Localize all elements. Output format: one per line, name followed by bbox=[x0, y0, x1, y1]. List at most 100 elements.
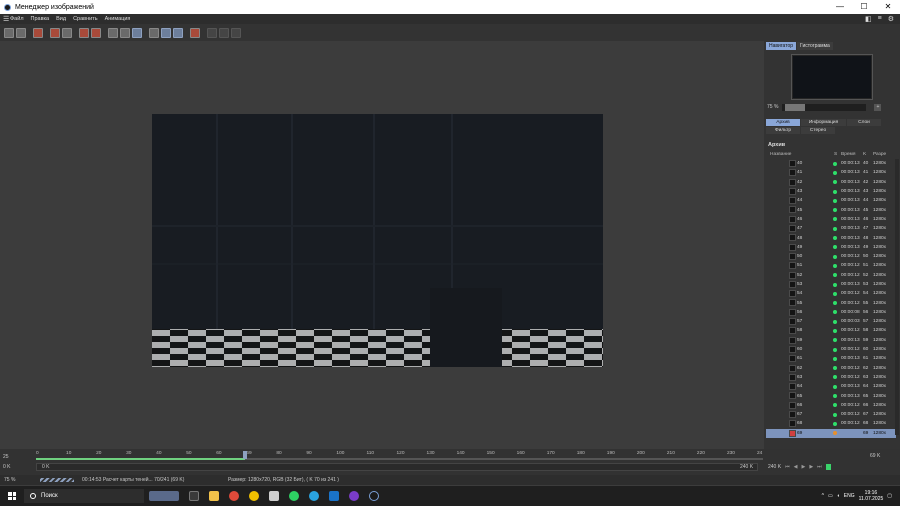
archive-row[interactable]: 67 00:00:12 67 1280x bbox=[766, 410, 896, 419]
yandex-icon[interactable] bbox=[249, 491, 259, 501]
zoom-in-button[interactable]: + bbox=[874, 103, 882, 111]
zoom-slider-handle[interactable] bbox=[785, 103, 806, 111]
col-resolution[interactable]: Разре bbox=[873, 152, 886, 157]
archive-row[interactable]: 59 00:00:13 59 1280x bbox=[766, 336, 896, 345]
notifications-icon[interactable]: ▢ bbox=[887, 493, 892, 499]
archive-row[interactable]: 43 00:00:13 43 1280x bbox=[766, 187, 896, 196]
task-view-icon[interactable] bbox=[189, 491, 199, 501]
col-name[interactable]: Название bbox=[770, 152, 791, 157]
next-frame-icon[interactable]: ▶ bbox=[809, 464, 813, 470]
archive-row[interactable]: 60 00:00:12 60 1280x bbox=[766, 345, 896, 354]
archive-row[interactable]: 68 00:00:12 68 1280x bbox=[766, 419, 896, 428]
ab-swap-icon[interactable] bbox=[190, 27, 200, 38]
archive-row[interactable]: 51 00:00:12 51 1280x bbox=[766, 261, 896, 270]
film-icon[interactable] bbox=[149, 27, 159, 38]
col-k[interactable]: K bbox=[863, 152, 866, 157]
archive-row[interactable]: 49 00:00:13 49 1280x bbox=[766, 243, 896, 252]
app-purple-icon[interactable] bbox=[349, 491, 359, 501]
archive-row[interactable]: 65 00:00:13 65 1280x bbox=[766, 391, 896, 400]
language-indicator[interactable]: ENG bbox=[844, 493, 855, 499]
navigator-preview[interactable] bbox=[791, 54, 873, 100]
menu-compare[interactable]: Сравнить bbox=[73, 16, 98, 22]
diff-icon[interactable] bbox=[231, 27, 241, 38]
archive-row[interactable]: 54 00:00:12 54 1280x bbox=[766, 289, 896, 298]
archive-row-selected[interactable]: 69 69 1280x bbox=[766, 428, 896, 438]
menu-animation[interactable]: Анимация bbox=[105, 16, 131, 22]
archive-row[interactable]: 62 00:00:12 62 1280x bbox=[766, 364, 896, 373]
range-left-value[interactable]: 0 K bbox=[3, 464, 11, 470]
archive-row[interactable]: 52 00:00:12 52 1280x bbox=[766, 271, 896, 280]
first-frame-icon[interactable]: ⏮ bbox=[785, 464, 790, 470]
layout-icon[interactable]: ◧ bbox=[865, 15, 872, 23]
archive-row[interactable]: 41 00:00:13 41 1280x bbox=[766, 168, 896, 177]
store-icon[interactable] bbox=[269, 491, 279, 501]
archive-row[interactable]: 58 00:00:12 58 1280x bbox=[766, 326, 896, 335]
prev-frame-icon[interactable]: ◀ bbox=[794, 464, 798, 470]
play-icon[interactable]: ▶ bbox=[801, 464, 805, 470]
archive-row[interactable]: 57 00:00:03 57 1280x bbox=[766, 317, 896, 326]
fps-value[interactable]: 25 bbox=[3, 454, 9, 460]
open-icon[interactable] bbox=[4, 27, 14, 38]
archive-row[interactable]: 45 00:00:13 45 1280x bbox=[766, 205, 896, 214]
timeline-playhead[interactable] bbox=[242, 451, 247, 459]
range-right-value[interactable]: 240 K bbox=[768, 464, 781, 470]
snapshot-alpha-icon[interactable] bbox=[120, 27, 130, 38]
split-view-icon[interactable] bbox=[219, 27, 229, 38]
menu-view[interactable]: Вид bbox=[56, 16, 66, 22]
maximize-icon[interactable]: ☐ bbox=[852, 0, 876, 14]
menu-edit[interactable]: Правка bbox=[31, 16, 50, 22]
col-time[interactable]: Время bbox=[841, 152, 855, 157]
range-slider[interactable] bbox=[36, 463, 758, 471]
archive-row[interactable]: 53 00:00:13 53 1280x bbox=[766, 280, 896, 289]
widgets-icon[interactable] bbox=[149, 491, 179, 501]
file-explorer-icon[interactable] bbox=[209, 491, 219, 501]
view-menu-icon[interactable]: ≡ bbox=[878, 15, 882, 23]
archive-row[interactable]: 64 00:00:13 64 1280x bbox=[766, 382, 896, 391]
render-icon[interactable] bbox=[33, 27, 43, 38]
telegram-icon[interactable] bbox=[309, 491, 319, 501]
chrome-icon[interactable] bbox=[229, 491, 239, 501]
archive-row[interactable]: 63 00:00:12 63 1280x bbox=[766, 373, 896, 382]
archive-scrollbar[interactable] bbox=[895, 159, 899, 435]
taskbar-search[interactable]: Поиск bbox=[24, 489, 144, 503]
status-zoom[interactable]: 75 % bbox=[4, 477, 40, 483]
sync-icon[interactable] bbox=[207, 27, 217, 38]
record-icon[interactable] bbox=[825, 464, 831, 470]
tab-filter[interactable]: Фильтр bbox=[766, 127, 800, 134]
archive-row[interactable]: 61 00:00:13 61 1280x bbox=[766, 354, 896, 363]
tray-chevron-icon[interactable]: ^ bbox=[822, 493, 824, 499]
clock[interactable]: 19:16 11.07.2025 bbox=[859, 490, 884, 502]
archive-row[interactable]: 56 00:00:08 56 1280x bbox=[766, 308, 896, 317]
zoom-slider[interactable] bbox=[782, 103, 867, 111]
settings-icon[interactable]: ⚙ bbox=[888, 15, 894, 23]
col-s[interactable]: S bbox=[834, 152, 837, 157]
image-viewport[interactable] bbox=[0, 41, 764, 449]
windows-start-icon[interactable] bbox=[8, 492, 16, 500]
tab-layers[interactable]: Слои bbox=[847, 119, 881, 126]
compare-icon[interactable] bbox=[132, 27, 142, 38]
export-icon[interactable] bbox=[50, 27, 60, 38]
tab-archive[interactable]: Архив bbox=[766, 119, 800, 126]
hamburger-menu-icon[interactable]: ☰ bbox=[0, 15, 10, 23]
tab-histogram[interactable]: Гистограмма bbox=[797, 42, 833, 50]
ab-compare-a-icon[interactable] bbox=[161, 27, 171, 38]
network-icon[interactable]: ▭ bbox=[828, 493, 833, 499]
menu-file[interactable]: Файл bbox=[10, 16, 24, 22]
archive-row[interactable]: 46 00:00:13 46 1280x bbox=[766, 215, 896, 224]
mail-icon[interactable] bbox=[329, 491, 339, 501]
minimize-icon[interactable]: — bbox=[828, 0, 852, 14]
snapshot-icon[interactable] bbox=[108, 27, 118, 38]
archive-row[interactable]: 66 00:00:12 66 1280x bbox=[766, 401, 896, 410]
close-icon[interactable]: ✕ bbox=[876, 0, 900, 14]
volume-icon[interactable]: ◖ bbox=[837, 493, 840, 499]
save-icon[interactable] bbox=[16, 27, 26, 38]
cinema4d-icon[interactable] bbox=[369, 491, 379, 501]
archive-row[interactable]: 44 00:00:13 44 1280x bbox=[766, 196, 896, 205]
archive-row[interactable]: 50 00:00:12 50 1280x bbox=[766, 252, 896, 261]
delete-icon[interactable] bbox=[79, 27, 89, 38]
last-frame-icon[interactable]: ⏭ bbox=[817, 464, 822, 470]
archive-row[interactable]: 48 00:00:13 48 1280x bbox=[766, 233, 896, 242]
archive-row[interactable]: 47 00:00:13 47 1280x bbox=[766, 224, 896, 233]
tab-information[interactable]: Информация bbox=[801, 119, 846, 126]
ab-compare-b-icon[interactable] bbox=[173, 27, 183, 38]
